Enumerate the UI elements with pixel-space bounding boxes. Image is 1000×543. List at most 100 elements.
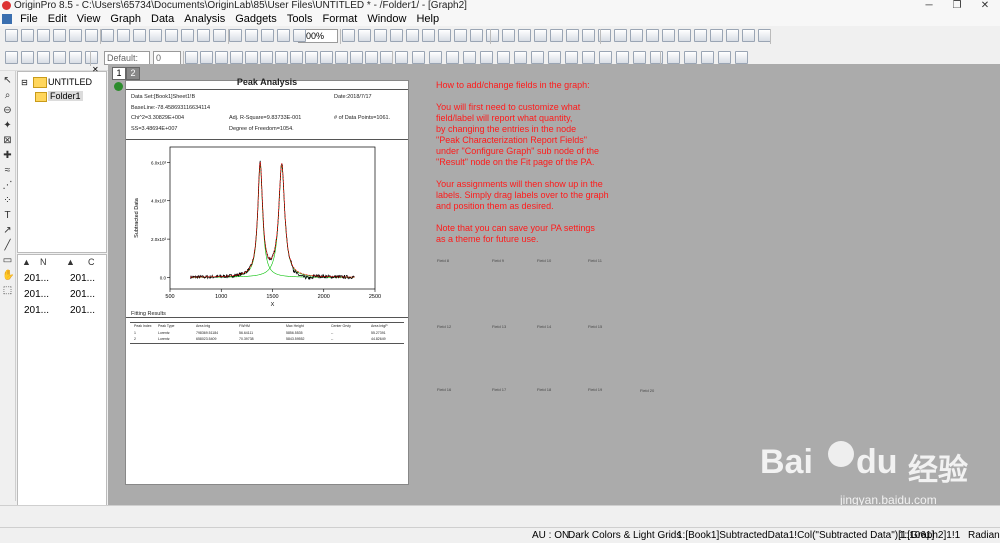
report-field-label[interactable]: Field 11 — [588, 258, 602, 263]
toolbar-button-icon[interactable] — [514, 51, 527, 64]
list-cell[interactable]: 201... — [70, 289, 95, 300]
toolbar-button-icon[interactable] — [566, 29, 579, 42]
toolbar-button-icon[interactable] — [742, 29, 755, 42]
list-cell[interactable]: 201... — [24, 305, 49, 316]
report-field-label[interactable]: Field 13 — [492, 324, 506, 329]
report-field-label[interactable]: Field 17 — [492, 387, 506, 392]
toolbar-button-icon[interactable] — [630, 29, 643, 42]
toolbar-button-icon[interactable] — [735, 51, 748, 64]
toolbar-button-icon[interactable] — [438, 29, 451, 42]
toolbar-button-icon[interactable] — [701, 51, 714, 64]
data-selector-icon[interactable]: ≈ — [2, 165, 13, 176]
toolbar-button-icon[interactable] — [21, 29, 34, 42]
toolbar-button-icon[interactable] — [548, 51, 561, 64]
page-tab-1[interactable]: 1 — [112, 67, 126, 80]
toolbar-button-icon[interactable] — [616, 51, 629, 64]
toolbar-button-icon[interactable] — [480, 51, 493, 64]
toolbar-button-icon[interactable] — [149, 29, 162, 42]
toolbar-button-icon[interactable] — [53, 29, 66, 42]
close-button[interactable]: ✕ — [972, 0, 998, 12]
toolbar-button-icon[interactable] — [582, 29, 595, 42]
toolbar-button-icon[interactable] — [37, 51, 50, 64]
list-cell[interactable]: 201... — [24, 289, 49, 300]
toolbar-button-icon[interactable] — [374, 29, 387, 42]
toolbar-button-icon[interactable] — [229, 29, 242, 42]
toolbar-button-icon[interactable] — [5, 51, 18, 64]
toolbar-button-icon[interactable] — [550, 29, 563, 42]
toolbar-button-icon[interactable] — [614, 29, 627, 42]
toolbar-button-icon[interactable] — [726, 29, 739, 42]
toolbar-button-icon[interactable] — [582, 51, 595, 64]
toolbar-button-icon[interactable] — [200, 51, 213, 64]
toolbar-button-icon[interactable] — [85, 29, 98, 42]
toolbar-button-icon[interactable] — [599, 51, 612, 64]
report-field-label[interactable]: Field 9 — [492, 258, 504, 263]
menu-help[interactable]: Help — [411, 12, 444, 26]
toolbar-button-icon[interactable] — [185, 51, 198, 64]
menu-view[interactable]: View — [72, 12, 106, 26]
report-field-label[interactable]: Field 20 — [640, 388, 654, 393]
minimize-button[interactable]: ─ — [916, 0, 942, 12]
line-tool-icon[interactable]: ╱ — [2, 240, 13, 251]
toolbar-button-icon[interactable] — [684, 51, 697, 64]
font-size-combo[interactable]: 0 — [153, 51, 181, 65]
toolbar-button-icon[interactable] — [101, 29, 114, 42]
toolbar-button-icon[interactable] — [365, 51, 378, 64]
toolbar-button-icon[interactable] — [412, 51, 425, 64]
draw-data-icon[interactable]: ⁘ — [2, 195, 13, 206]
menu-data[interactable]: Data — [146, 12, 179, 26]
toolbar-button-icon[interactable] — [215, 51, 228, 64]
menu-format[interactable]: Format — [318, 12, 363, 26]
toolbar-button-icon[interactable] — [230, 51, 243, 64]
toolbar-button-icon[interactable] — [277, 29, 290, 42]
list-cell[interactable]: 201... — [70, 273, 95, 284]
zoom-tool-icon[interactable]: ⌕ — [2, 90, 13, 101]
toolbar-button-icon[interactable] — [678, 29, 691, 42]
toolbar-button-icon[interactable] — [358, 29, 371, 42]
toolbar-button-icon[interactable] — [342, 29, 355, 42]
report-field-label[interactable]: Field 19 — [588, 387, 602, 392]
toolbar-button-icon[interactable] — [718, 51, 731, 64]
toolbar-button-icon[interactable] — [565, 51, 578, 64]
toolbar-button-icon[interactable] — [446, 51, 459, 64]
toolbar-button-icon[interactable] — [395, 51, 408, 64]
toolbar-button-icon[interactable] — [245, 29, 258, 42]
report-field-label[interactable]: Field 16 — [437, 387, 451, 392]
toolbar-button-icon[interactable] — [293, 29, 306, 42]
toolbar-button-icon[interactable] — [69, 51, 82, 64]
toolbar-button-icon[interactable] — [133, 29, 146, 42]
column-header-name[interactable]: N — [40, 257, 47, 267]
toolbar-button-icon[interactable] — [37, 29, 50, 42]
toolbar-button-icon[interactable] — [470, 29, 483, 42]
close-pane-icon[interactable]: ✕ — [92, 65, 99, 74]
toolbar-button-icon[interactable] — [69, 29, 82, 42]
maximize-button[interactable]: ❐ — [944, 0, 970, 12]
toolbar-button-icon[interactable] — [261, 29, 274, 42]
toolbar-button-icon[interactable] — [213, 29, 226, 42]
toolbar-button-icon[interactable] — [335, 51, 348, 64]
menu-graph[interactable]: Graph — [105, 12, 146, 26]
folder1-item[interactable]: Folder1 — [48, 91, 83, 101]
arrow-tool-icon[interactable]: ↗ — [2, 225, 13, 236]
toolbar-button-icon[interactable] — [197, 29, 210, 42]
mask-tool-icon[interactable]: ⋰ — [2, 180, 13, 191]
toolbar-button-icon[interactable] — [350, 51, 363, 64]
toolbar-button-icon[interactable] — [667, 51, 680, 64]
toolbar-button-icon[interactable] — [518, 29, 531, 42]
scale-tool-icon[interactable]: ✦ — [2, 120, 13, 131]
toolbar-button-icon[interactable] — [305, 51, 318, 64]
toolbar-button-icon[interactable] — [181, 29, 194, 42]
toolbar-button-icon[interactable] — [53, 51, 66, 64]
screen-reader-icon[interactable]: ⊠ — [2, 135, 13, 146]
menu-edit[interactable]: Edit — [43, 12, 72, 26]
toolbar-button-icon[interactable] — [245, 51, 258, 64]
menu-analysis[interactable]: Analysis — [179, 12, 230, 26]
list-cell[interactable]: 201... — [70, 305, 95, 316]
lock-icon[interactable] — [114, 82, 123, 91]
toolbar-button-icon[interactable] — [85, 51, 98, 64]
toolbar-button-icon[interactable] — [710, 29, 723, 42]
menu-gadgets[interactable]: Gadgets — [230, 12, 282, 26]
toolbar-button-icon[interactable] — [633, 51, 646, 64]
menu-window[interactable]: Window — [362, 12, 411, 26]
toolbar-button-icon[interactable] — [117, 29, 130, 42]
